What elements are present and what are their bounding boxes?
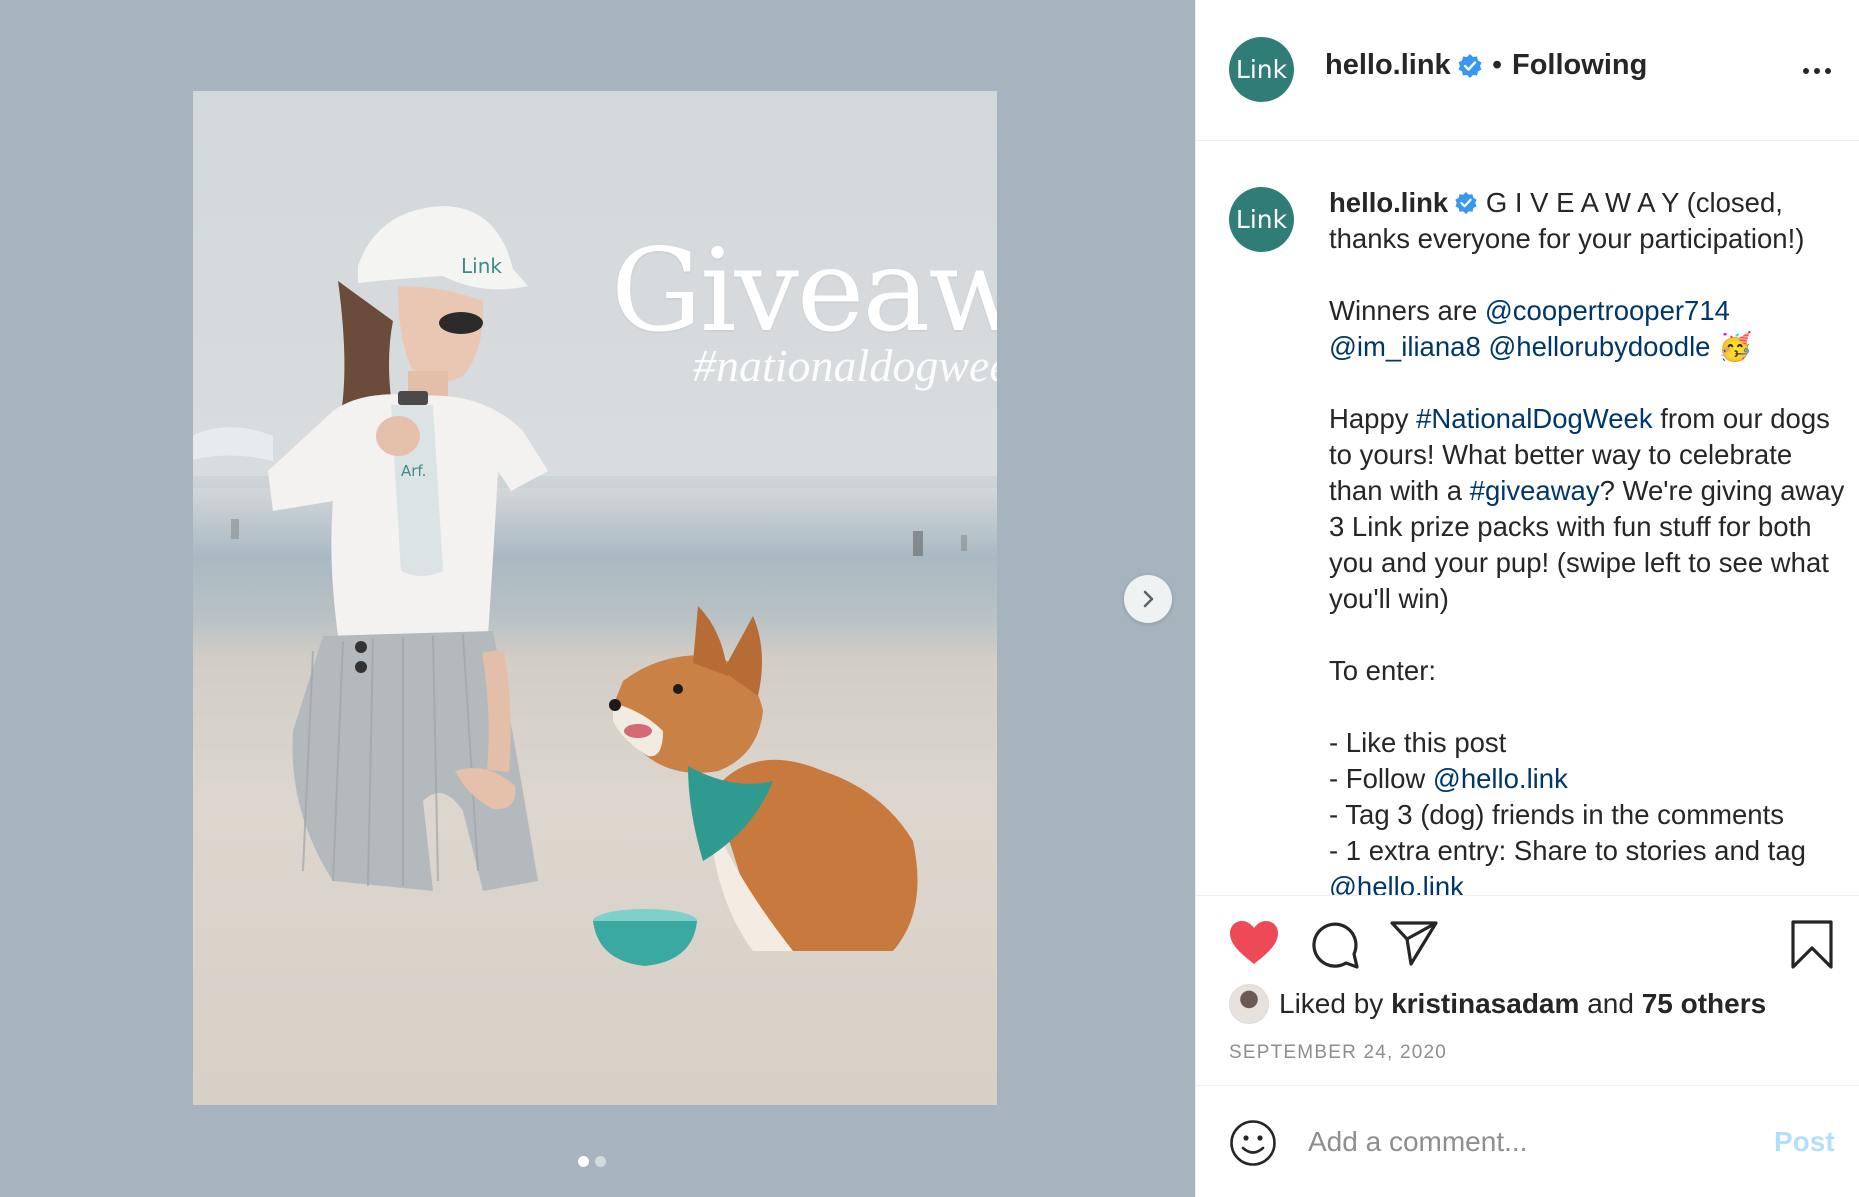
header-separator: • xyxy=(1492,49,1503,81)
carousel-dot xyxy=(595,1156,606,1167)
carousel-indicator xyxy=(578,1156,606,1167)
comment-input[interactable] xyxy=(1308,1120,1748,1164)
rule-item: - 1 extra entry: Share to stories and ta… xyxy=(1329,835,1806,866)
post-comment-button[interactable]: Post xyxy=(1774,1126,1835,1158)
avatar-logo-text: Link xyxy=(1235,55,1288,84)
post-header: Link hello.link • Following xyxy=(1196,0,1859,141)
comment-button[interactable] xyxy=(1310,920,1360,975)
post-photo: Link Arf. Giveaw #nationaldogweek xyxy=(193,91,997,1105)
author-username: hello.link xyxy=(1325,49,1451,81)
caption-scroll-area[interactable]: Link hello.link G I V E A W A Y (closed,… xyxy=(1196,141,1859,895)
following-button[interactable]: Following xyxy=(1512,49,1647,82)
svg-text:Link: Link xyxy=(461,254,502,278)
avatar-logo-text: Link xyxy=(1235,205,1288,234)
speech-bubble-icon xyxy=(1312,922,1359,969)
svg-text:Arf.: Arf. xyxy=(401,462,426,480)
caption-username[interactable]: hello.link xyxy=(1329,187,1448,218)
more-options-button[interactable] xyxy=(1803,68,1831,74)
like-button[interactable] xyxy=(1229,920,1279,971)
chevron-right-icon xyxy=(1143,590,1154,608)
more-horizontal-icon xyxy=(1803,68,1809,74)
verified-badge-icon xyxy=(1458,54,1482,79)
happy-prefix: Happy xyxy=(1329,403,1417,434)
author-username-link[interactable]: hello.link xyxy=(1325,49,1483,82)
heart-filled-icon xyxy=(1230,921,1278,964)
media-viewer: Link Arf. Giveaw #nationaldogweek xyxy=(0,0,1195,1197)
bookmark-icon xyxy=(1791,920,1833,969)
post-date[interactable]: SEPTEMBER 24, 2020 xyxy=(1229,1042,1447,1064)
likes-summary: Liked by kristinasadam and 75 others xyxy=(1229,984,1766,1024)
share-button[interactable] xyxy=(1389,920,1439,971)
author-avatar[interactable]: Link xyxy=(1229,37,1294,102)
emoji-picker-button[interactable] xyxy=(1229,1119,1277,1172)
smiley-icon xyxy=(1230,1120,1276,1166)
post-caption: hello.link G I V E A W A Y (closed, than… xyxy=(1329,185,1849,895)
liker-avatar[interactable] xyxy=(1229,984,1269,1024)
caption-author-avatar[interactable]: Link xyxy=(1229,187,1294,252)
next-slide-button[interactable] xyxy=(1124,575,1172,623)
party-emoji: 🥳 xyxy=(1718,331,1753,362)
carousel-dot-active xyxy=(578,1156,589,1167)
mention-link[interactable]: @im_iliana8 xyxy=(1329,331,1481,362)
liker-username[interactable]: kristinasadam xyxy=(1391,988,1579,1020)
likes-others-link[interactable]: 75 others xyxy=(1642,988,1767,1020)
mention-link[interactable]: @coopertrooper714 xyxy=(1485,295,1730,326)
hashtag-link[interactable]: #NationalDogWeek xyxy=(1416,403,1652,434)
rule-item: - Tag 3 (dog) friends in the comments xyxy=(1329,799,1784,830)
mention-link[interactable]: @hellorubydoodle xyxy=(1488,331,1710,362)
comment-composer: Post xyxy=(1196,1086,1859,1197)
enter-title: To enter: xyxy=(1329,655,1437,686)
rule-item: - Like this post xyxy=(1329,727,1507,758)
post-actions: Liked by kristinasadam and 75 others SEP… xyxy=(1196,895,1859,1086)
verified-badge-icon xyxy=(1455,191,1477,214)
mention-link[interactable]: @hello.link xyxy=(1433,763,1568,794)
save-button[interactable] xyxy=(1790,920,1834,975)
hashtag-link[interactable]: #giveaway xyxy=(1470,475,1600,506)
rule-item: - Follow xyxy=(1329,763,1433,794)
post-detail-panel: Link hello.link • Following Link hello.l… xyxy=(1195,0,1859,1197)
overlay-title: Giveaway! xyxy=(611,224,997,357)
winners-prefix: Winners are xyxy=(1329,295,1485,326)
paper-plane-icon xyxy=(1390,921,1438,966)
likes-middle: and xyxy=(1587,988,1634,1019)
overlay-hashtag: #nationaldogweek xyxy=(693,340,997,391)
mention-link[interactable]: @hello.link xyxy=(1329,871,1464,895)
likes-prefix: Liked by xyxy=(1279,988,1384,1019)
